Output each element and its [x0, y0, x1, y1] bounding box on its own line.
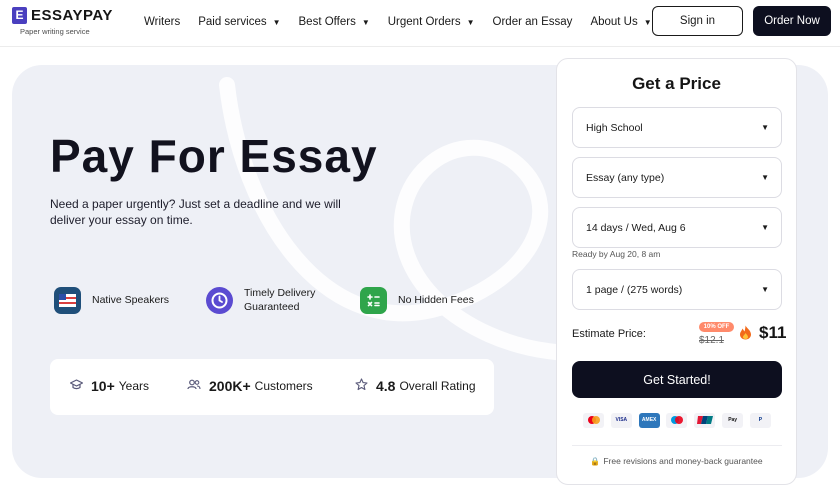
stat-number: 10+: [91, 378, 115, 394]
apple-pay-icon: Pay: [722, 412, 744, 428]
sign-in-button[interactable]: Sign in: [652, 6, 743, 36]
old-price: $12.1: [699, 335, 725, 346]
stat-number: 200K+: [209, 378, 251, 394]
paypal-icon: P: [749, 412, 771, 428]
feature-list: Native Speakers Timely Delivery Guarante…: [54, 283, 524, 317]
nav-item-best-offers[interactable]: Best Offers ▼: [299, 16, 370, 28]
nav-item-label: Writers: [144, 16, 181, 28]
star-icon: [355, 378, 368, 394]
clock-icon: [206, 286, 233, 314]
caret-down-icon: ▼: [643, 17, 652, 27]
caret-down-icon: ▼: [761, 173, 769, 182]
payment-methods: VISA AMEX Pay P: [583, 410, 771, 430]
ready-by-note: Ready by Aug 20, 8 am: [572, 249, 661, 259]
nav-item-writers[interactable]: Writers: [144, 16, 180, 28]
stat-years: 10+ Years: [69, 378, 149, 394]
nav-item-about-us[interactable]: About Us ▼: [590, 16, 651, 28]
get-started-button[interactable]: Get Started!: [572, 361, 782, 398]
logo-mark-icon: E: [12, 7, 27, 24]
mastercard-icon: [583, 412, 604, 428]
caret-down-icon: ▼: [466, 17, 475, 27]
amex-icon: AMEX: [638, 412, 660, 428]
hero-description: Need a paper urgently? Just set a deadli…: [50, 197, 341, 227]
guarantee-text: Free revisions and money-back guarantee: [603, 456, 763, 466]
select-value: Essay (any type): [586, 171, 665, 184]
caret-down-icon: ▼: [361, 17, 370, 27]
caret-down-icon: ▼: [761, 285, 769, 294]
fire-icon: [739, 325, 752, 343]
caret-down-icon: ▼: [761, 223, 769, 232]
stats-bar: 10+ Years 200K+ Customers 4.8 Overall Ra…: [50, 359, 494, 415]
unionpay-icon: [694, 412, 716, 428]
stat-label: Customers: [254, 379, 313, 393]
caret-down-icon: ▼: [272, 17, 281, 27]
nav-item-label: Best Offers: [298, 16, 356, 28]
stat-customers: 200K+ Customers: [187, 378, 313, 394]
feature-label: Timely Delivery Guaranteed: [244, 287, 316, 313]
stat-label: Overall Rating: [399, 379, 476, 393]
nav-item-order-essay[interactable]: Order an Essay: [493, 16, 573, 28]
nav-item-urgent-orders[interactable]: Urgent Orders ▼: [388, 16, 475, 28]
nav-item-label: Urgent Orders: [387, 16, 461, 28]
site-header: E ESSAYPAY Paper writing service Writers…: [0, 0, 840, 47]
hero-title: Pay For Essay: [50, 130, 378, 182]
logo[interactable]: E ESSAYPAY Paper writing service: [12, 6, 112, 38]
discount-badge: 10% OFF: [699, 322, 734, 332]
divider: [572, 445, 782, 446]
nav-item-paid-services[interactable]: Paid services ▼: [198, 16, 280, 28]
order-now-button[interactable]: Order Now: [753, 6, 831, 36]
logo-text: ESSAYPAY: [31, 7, 113, 24]
card-title: Get a Price: [632, 74, 721, 93]
academic-level-select[interactable]: High School ▼: [572, 107, 782, 148]
main-nav: Writers Paid services ▼ Best Offers ▼ Ur…: [144, 13, 670, 31]
select-value: High School: [586, 121, 643, 134]
feature-label: No Hidden Fees: [398, 294, 474, 306]
feature-label: Native Speakers: [92, 294, 170, 306]
nav-item-label: Paid services: [198, 16, 267, 28]
feature-no-hidden-fees: No Hidden Fees: [360, 283, 474, 317]
page: E ESSAYPAY Paper writing service Writers…: [0, 0, 840, 492]
graduation-cap-icon: [69, 379, 84, 393]
visa-icon: VISA: [610, 412, 632, 428]
nav-item-label: Order an Essay: [492, 16, 573, 28]
new-price: $11: [759, 323, 787, 342]
stat-number: 4.8: [376, 378, 396, 394]
price-calculator-card: Get a Price High School ▼ Essay (any typ…: [556, 58, 797, 485]
feature-native-speakers: Native Speakers: [54, 283, 169, 317]
estimate-label: Estimate Price:: [572, 328, 646, 340]
deadline-select[interactable]: 14 days / Wed, Aug 6 ▼: [572, 207, 782, 248]
maestro-icon: [666, 412, 688, 428]
flag-icon: [54, 286, 81, 314]
nav-item-label: About Us: [590, 16, 638, 28]
pages-select[interactable]: 1 page / (275 words) ▼: [572, 269, 782, 310]
stat-label: Years: [118, 379, 149, 393]
select-value: 14 days / Wed, Aug 6: [586, 221, 686, 234]
stat-rating: 4.8 Overall Rating: [355, 378, 476, 394]
lock-icon: 🔒: [590, 457, 601, 466]
users-icon: [187, 379, 201, 393]
feature-timely-delivery: Timely Delivery Guaranteed: [206, 283, 326, 317]
caret-down-icon: ▼: [761, 123, 769, 132]
calculator-icon: [360, 286, 387, 314]
paper-type-select[interactable]: Essay (any type) ▼: [572, 157, 782, 198]
select-value: 1 page / (275 words): [586, 283, 683, 296]
guarantee-note: 🔒 Free revisions and money-back guarantee: [557, 456, 796, 466]
logo-tagline: Paper writing service: [20, 27, 90, 36]
